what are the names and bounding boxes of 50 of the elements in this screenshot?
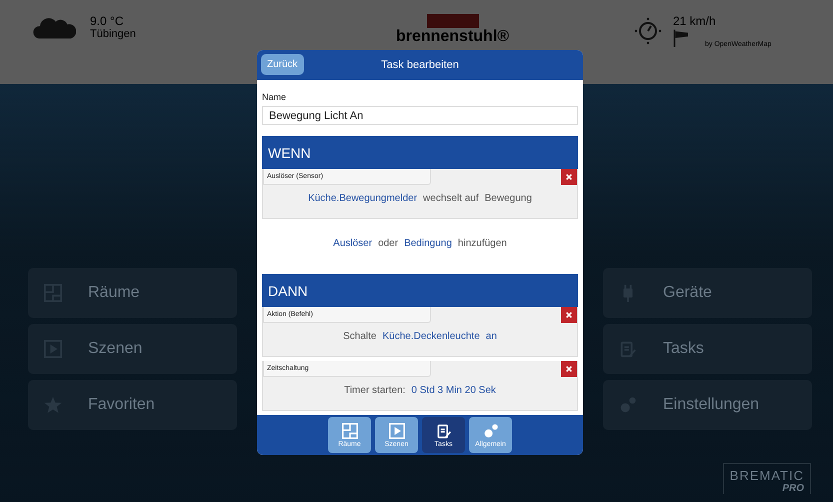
back-button[interactable]: Zurück	[261, 54, 304, 75]
delete-button[interactable]	[561, 307, 577, 323]
brematic-logo-sub: PRO	[782, 483, 804, 494]
section-header: DANN	[262, 274, 578, 307]
rule-link[interactable]: Küche.Bewegungmelder	[308, 193, 418, 204]
close-icon	[565, 173, 573, 181]
clipboard-pencil-icon	[436, 422, 452, 438]
city-name: Tübingen	[90, 28, 136, 40]
rule-link[interactable]: an	[486, 331, 497, 342]
name-input-field[interactable]: Bewegung Licht An	[262, 106, 578, 125]
close-icon	[565, 365, 573, 373]
add-link[interactable]: Bedingung	[404, 238, 452, 249]
add-text: oder	[378, 238, 398, 249]
name-label: Name	[262, 92, 288, 102]
add-text: hinzufügen	[458, 238, 507, 249]
compass-icon	[633, 16, 663, 46]
menu-label: Tasks	[663, 340, 704, 358]
add-link[interactable]: Auslöser	[333, 238, 372, 249]
menu-label: Favoriten	[88, 396, 155, 414]
menu-tile[interactable]: Einstellungen	[603, 380, 812, 430]
rule-text: Bewegung	[484, 193, 532, 204]
dialog-title: Task bearbeiten	[381, 59, 459, 71]
wind-speed: 21 km/h	[673, 14, 717, 28]
menu-label: Räume	[88, 284, 140, 302]
rule-link[interactable]: 0 Std 3 Min 20 Sek	[411, 385, 496, 396]
delete-button[interactable]	[561, 169, 577, 185]
play-icon	[44, 340, 62, 358]
play-icon	[388, 422, 404, 438]
close-icon	[565, 311, 573, 319]
menu-label: Szenen	[88, 340, 142, 358]
menu-tile[interactable]: Szenen	[28, 324, 237, 374]
menu-label: Einstellungen	[663, 396, 760, 414]
rule-text: wechselt auf	[423, 193, 479, 204]
menu-tile[interactable]: Tasks	[603, 324, 812, 374]
clipboard-pencil-icon	[619, 340, 637, 358]
rule-text: Timer starten:	[344, 385, 406, 396]
menu-label: Geräte	[663, 284, 712, 302]
temperature: 9.0 °C	[90, 14, 124, 28]
star-icon	[44, 396, 62, 414]
brand-name: brennenstuhl®	[396, 28, 510, 46]
menu-tile[interactable]: Favoriten	[28, 380, 237, 430]
brematic-logo-name: BREMATIC	[730, 468, 804, 483]
delete-button[interactable]	[561, 361, 577, 377]
menu-tile[interactable]: Räume	[28, 268, 237, 318]
section-header: WENN	[262, 136, 578, 169]
rooms-icon	[342, 422, 358, 438]
rule-link[interactable]: Küche.Deckenleuchte	[382, 331, 480, 342]
menu-tile[interactable]: Geräte	[603, 268, 812, 318]
brand-logo-bar	[426, 14, 478, 28]
rule-text: Schalte	[343, 331, 376, 342]
